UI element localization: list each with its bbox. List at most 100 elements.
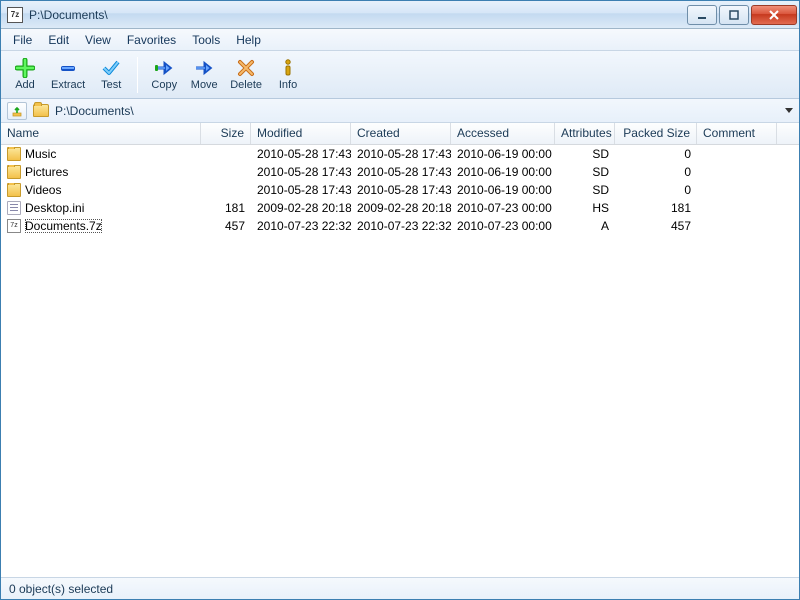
cell-created: 2009-02-28 20:18 [351,201,451,215]
file-name: Music [25,147,56,161]
cell-modified: 2010-05-28 17:43 [251,165,351,179]
status-text: 0 object(s) selected [9,582,113,596]
sevenz-icon: 7z [7,219,21,233]
extract-button[interactable]: Extract [45,56,91,93]
table-row[interactable]: Pictures 2010-05-28 17:432010-05-28 17:43… [1,163,799,181]
extract-label: Extract [51,79,85,91]
cell-name: Pictures [1,165,201,179]
test-label: Test [101,79,121,91]
cell-packed: 0 [615,147,697,161]
cell-size: 181 [201,201,251,215]
delete-x-icon [236,58,256,78]
cell-packed: 457 [615,219,697,233]
statusbar: 0 object(s) selected [1,577,799,599]
file-name: Desktop.ini [25,201,84,215]
table-row[interactable]: Music2010-05-28 17:432010-05-28 17:43201… [1,145,799,163]
titlebar[interactable]: 7z P:\Documents\ [1,1,799,29]
menu-edit[interactable]: Edit [40,31,77,49]
column-modified[interactable]: Modified [251,123,351,144]
menu-view[interactable]: View [77,31,119,49]
cell-created: 2010-07-23 22:32 [351,219,451,233]
menu-help[interactable]: Help [228,31,269,49]
toolbar-separator [137,57,138,93]
column-packed-size[interactable]: Packed Size [615,123,697,144]
cell-accessed: 2010-07-23 00:00 [451,219,555,233]
cell-created: 2010-05-28 17:43 [351,183,451,197]
column-size[interactable]: Size [201,123,251,144]
move-button[interactable]: Move [184,56,224,93]
cell-attr: SD [555,165,615,179]
cell-accessed: 2010-06-19 00:00 [451,183,555,197]
info-button[interactable]: Info [268,56,308,93]
cell-modified: 2010-05-28 17:43 [251,147,351,161]
test-button[interactable]: Test [91,56,131,93]
cell-accessed: 2010-06-19 00:00 [451,165,555,179]
column-comment[interactable]: Comment [697,123,777,144]
cell-name: Desktop.ini [1,201,201,215]
path-dropdown-icon[interactable] [785,108,793,113]
copy-button[interactable]: Copy [144,56,184,93]
folder-icon [33,104,49,117]
file-list: Name Size Modified Created Accessed Attr… [1,123,799,577]
up-folder-icon [11,105,23,117]
close-button[interactable] [751,5,797,25]
plus-icon [15,58,35,78]
cell-created: 2010-05-28 17:43 [351,147,451,161]
path-text[interactable]: P:\Documents\ [55,104,785,118]
copy-arrow-icon [154,58,174,78]
menu-file[interactable]: File [5,31,40,49]
check-icon [101,58,121,78]
column-accessed[interactable]: Accessed [451,123,555,144]
add-label: Add [15,79,35,91]
delete-button[interactable]: Delete [224,56,268,93]
file-rows[interactable]: Music2010-05-28 17:432010-05-28 17:43201… [1,145,799,577]
window-controls [687,5,797,25]
menu-tools[interactable]: Tools [184,31,228,49]
table-row[interactable]: Desktop.ini1812009-02-28 20:182009-02-28… [1,199,799,217]
table-row[interactable]: Videos2010-05-28 17:432010-05-28 17:4320… [1,181,799,199]
minus-icon [58,58,78,78]
cell-packed: 0 [615,183,697,197]
cell-modified: 2010-07-23 22:32 [251,219,351,233]
cell-size: 457 [201,219,251,233]
minimize-button[interactable] [687,5,717,25]
toolbar: Add Extract Test Copy Move [1,51,799,99]
window-title: P:\Documents\ [29,8,687,22]
cell-attr: SD [555,183,615,197]
app-icon: 7z [7,7,23,23]
column-created[interactable]: Created [351,123,451,144]
folder-icon [7,147,21,161]
cell-attr: SD [555,147,615,161]
delete-label: Delete [230,79,262,91]
copy-label: Copy [151,79,177,91]
up-button[interactable] [7,102,27,120]
file-name: Pictures [25,165,68,179]
column-attributes[interactable]: Attributes [555,123,615,144]
cell-attr: HS [555,201,615,215]
cell-created: 2010-05-28 17:43 [351,165,451,179]
close-icon [768,10,780,20]
cell-accessed: 2010-06-19 00:00 [451,147,555,161]
column-headers: Name Size Modified Created Accessed Attr… [1,123,799,145]
table-row[interactable]: 7zDocuments.7z4572010-07-23 22:322010-07… [1,217,799,235]
file-name: Videos [25,183,61,197]
cell-packed: 181 [615,201,697,215]
minimize-icon [697,10,707,20]
folder-icon [7,165,21,179]
app-window: 7z P:\Documents\ File Edit View Favorite… [0,0,800,600]
cell-name: Music [1,147,201,161]
info-label: Info [279,79,297,91]
maximize-button[interactable] [719,5,749,25]
ini-icon [7,201,21,215]
menu-favorites[interactable]: Favorites [119,31,184,49]
cell-accessed: 2010-07-23 00:00 [451,201,555,215]
column-name[interactable]: Name [1,123,201,144]
cell-name: 7z Documents.7z [1,219,201,233]
add-button[interactable]: Add [5,56,45,93]
cell-modified: 2009-02-28 20:18 [251,201,351,215]
file-name: Documents.7z [25,219,102,233]
pathbar: P:\Documents\ [1,99,799,123]
maximize-icon [729,10,739,20]
move-arrow-icon [194,58,214,78]
menubar: File Edit View Favorites Tools Help [1,29,799,51]
